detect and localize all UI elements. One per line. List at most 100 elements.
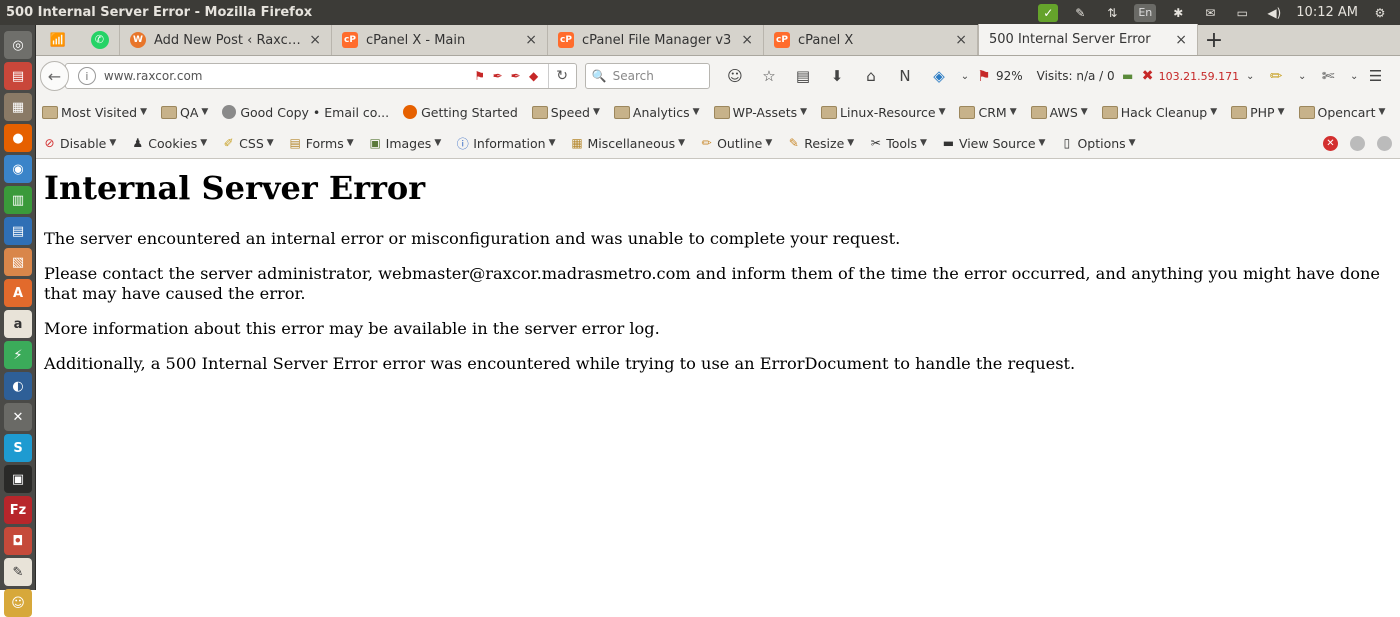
files-app-icon[interactable]: ▤ (4, 62, 32, 90)
bolt-app-icon[interactable]: ⚡ (4, 341, 32, 369)
flag-icon[interactable]: ⚑ (472, 68, 488, 84)
tab-cpanel-x[interactable]: cP cPanel X × (764, 25, 978, 55)
chat-icon[interactable]: ✎ (1070, 4, 1090, 22)
tab-500-error[interactable]: 500 Internal Server Error × (978, 24, 1198, 55)
dev-menu-resize[interactable]: ✎ Resize ▼ (786, 136, 855, 151)
bookmark-hack-cleanup[interactable]: Hack Cleanup ▼ (1101, 105, 1217, 120)
amazon-icon[interactable]: a (4, 310, 32, 338)
hamburger-menu-icon[interactable]: ☰ (1361, 62, 1390, 90)
dev-menu-view-source[interactable]: ▬ View Source ▼ (941, 136, 1046, 151)
dev-menu-forms[interactable]: ▤ Forms ▼ (288, 136, 354, 151)
battery-icon[interactable]: ▭ (1232, 4, 1252, 22)
settings-tools-icon[interactable]: ✕ (4, 403, 32, 431)
zoom-level[interactable]: 92% (996, 69, 1023, 83)
dropbox-icon[interactable]: ⇅ (1102, 4, 1122, 22)
bookmark-good-copy[interactable]: Good Copy • Email co... (222, 105, 389, 120)
dev-menu-miscellaneous[interactable]: ▦ Miscellaneous ▼ (570, 136, 685, 151)
site-info-icon[interactable]: i (77, 67, 96, 85)
page-title: Internal Server Error (44, 169, 426, 207)
css-status-icon[interactable] (1350, 135, 1365, 151)
keyboard-layout-indicator[interactable]: En (1134, 3, 1157, 22)
download-icon[interactable]: ⬇ (822, 62, 852, 90)
bookmark-opencart[interactable]: Opencart ▼ (1298, 105, 1385, 120)
filezilla-icon[interactable]: Fz (4, 496, 32, 524)
dash-icon[interactable]: ◎ (4, 31, 32, 59)
tab-close-icon[interactable]: × (525, 32, 537, 48)
spreadsheet-icon[interactable]: ▥ (4, 186, 32, 214)
bookmark-crm[interactable]: CRM ▼ (959, 105, 1017, 120)
tab-close-icon[interactable]: × (309, 32, 321, 48)
gimp-icon[interactable]: ◘ (4, 527, 32, 555)
back-button[interactable]: ← (40, 61, 69, 91)
feather-icon[interactable]: ✒ (490, 68, 506, 84)
bookmark-wp-assets[interactable]: WP-Assets ▼ (713, 105, 807, 120)
pencil-icon[interactable]: ✏ (1261, 62, 1291, 90)
update-check-icon[interactable]: ✓ (1038, 3, 1059, 22)
rest-client-icon[interactable]: ◆ (526, 68, 542, 84)
dev-menu-disable[interactable]: ⊘ Disable ▼ (42, 136, 116, 151)
tab-close-icon[interactable]: × (741, 32, 753, 48)
bookmark-speed[interactable]: Speed ▼ (531, 105, 600, 120)
lamp-app-icon[interactable]: ☺ (4, 589, 32, 617)
firefox-icon[interactable]: ● (4, 124, 32, 152)
presentation-icon[interactable]: ▧ (4, 248, 32, 276)
reading-list-icon[interactable]: ▤ (788, 62, 818, 90)
pinned-tab-whatsapp[interactable]: ✆ (80, 25, 120, 55)
bookmark-most-visited[interactable]: Most Visited ▼ (42, 105, 147, 120)
bookmark-analytics[interactable]: Analytics ▼ (613, 105, 700, 120)
ip-address[interactable]: 103.21.59.171 (1159, 70, 1239, 83)
notepad-icon[interactable]: N (890, 62, 920, 90)
clock[interactable]: 10:12 AM (1296, 5, 1358, 20)
tab-add-new-post[interactable]: W Add New Post ‹ Raxcor —... × (120, 25, 332, 55)
home-folder-icon[interactable]: ▦ (4, 93, 32, 121)
dev-menu-css[interactable]: ✐ CSS ▼ (221, 136, 274, 151)
dev-menu-information[interactable]: ⓘ Information ▼ (455, 136, 556, 151)
dev-menu-cookies[interactable]: ♟ Cookies ▼ (130, 136, 207, 151)
bookmark-php[interactable]: PHP ▼ (1231, 105, 1285, 120)
chevron-down-icon[interactable]: ⌄ (1295, 62, 1309, 90)
tab-cpanel-main[interactable]: cP cPanel X - Main × (332, 25, 548, 55)
chevron-down-icon[interactable]: ⌄ (1347, 62, 1361, 90)
feather-icon[interactable]: ✒ (508, 68, 524, 84)
sync-app-icon[interactable]: ◐ (4, 372, 32, 400)
js-status-icon[interactable] (1377, 135, 1392, 151)
chevron-down-icon[interactable]: ⌄ (958, 62, 972, 90)
addon-smiley-icon[interactable]: ☺ (720, 62, 750, 90)
document-icon[interactable]: ▤ (4, 217, 32, 245)
dev-menu-outline[interactable]: ✏ Outline ▼ (699, 136, 773, 151)
bookmark-linux-resource[interactable]: Linux-Resource ▼ (821, 105, 945, 120)
dev-menu-images[interactable]: ▣ Images ▼ (368, 136, 441, 151)
url-text[interactable]: www.raxcor.com (104, 69, 472, 83)
tab-close-icon[interactable]: × (955, 32, 967, 48)
volume-icon[interactable]: ◀) (1264, 4, 1284, 22)
pinned-tab-antenna[interactable]: 📶 (36, 25, 80, 55)
error-status-icon[interactable]: ✕ (1323, 135, 1338, 151)
chromium-icon[interactable]: ◉ (4, 155, 32, 183)
url-bar[interactable]: i www.raxcor.com ⚑ ✒ ✒ ◆ ↻ (64, 63, 577, 89)
text-editor-icon[interactable]: ✎ (4, 558, 32, 586)
search-input[interactable]: 🔍 Search (584, 63, 710, 89)
home-icon[interactable]: ⌂ (856, 62, 886, 90)
chevron-down-icon[interactable]: ⌄ (1243, 62, 1257, 90)
wrench-icon[interactable]: ✄ (1313, 62, 1343, 90)
tab-cpanel-file-manager[interactable]: cP cPanel File Manager v3 × (548, 25, 764, 55)
terminal-icon[interactable]: ▣ (4, 465, 32, 493)
new-tab-button[interactable]: + (1198, 25, 1230, 55)
bookmark-aws[interactable]: AWS ▼ (1030, 105, 1088, 120)
folder-icon (821, 105, 838, 119)
bookmark-star-icon[interactable]: ☆ (754, 62, 784, 90)
reload-icon[interactable]: ↻ (547, 64, 576, 88)
software-center-icon[interactable]: A (4, 279, 32, 307)
dev-menu-label: Disable (60, 135, 107, 151)
bluetooth-icon[interactable]: ✱ (1168, 4, 1188, 22)
bookmark-getting-started[interactable]: Getting Started (403, 105, 518, 120)
bookmark-qa[interactable]: QA ▼ (161, 105, 208, 120)
tab-close-icon[interactable]: × (1175, 32, 1187, 48)
dev-menu-options[interactable]: ▯ Options ▼ (1059, 136, 1136, 151)
seo-diamond-icon[interactable]: ◈ (924, 62, 954, 90)
folder-icon (613, 105, 630, 119)
mail-icon[interactable]: ✉ (1200, 4, 1220, 22)
dev-menu-tools[interactable]: ✂ Tools ▼ (868, 136, 927, 151)
skype-icon[interactable]: S (4, 434, 32, 462)
power-gear-icon[interactable]: ⚙ (1370, 4, 1390, 22)
